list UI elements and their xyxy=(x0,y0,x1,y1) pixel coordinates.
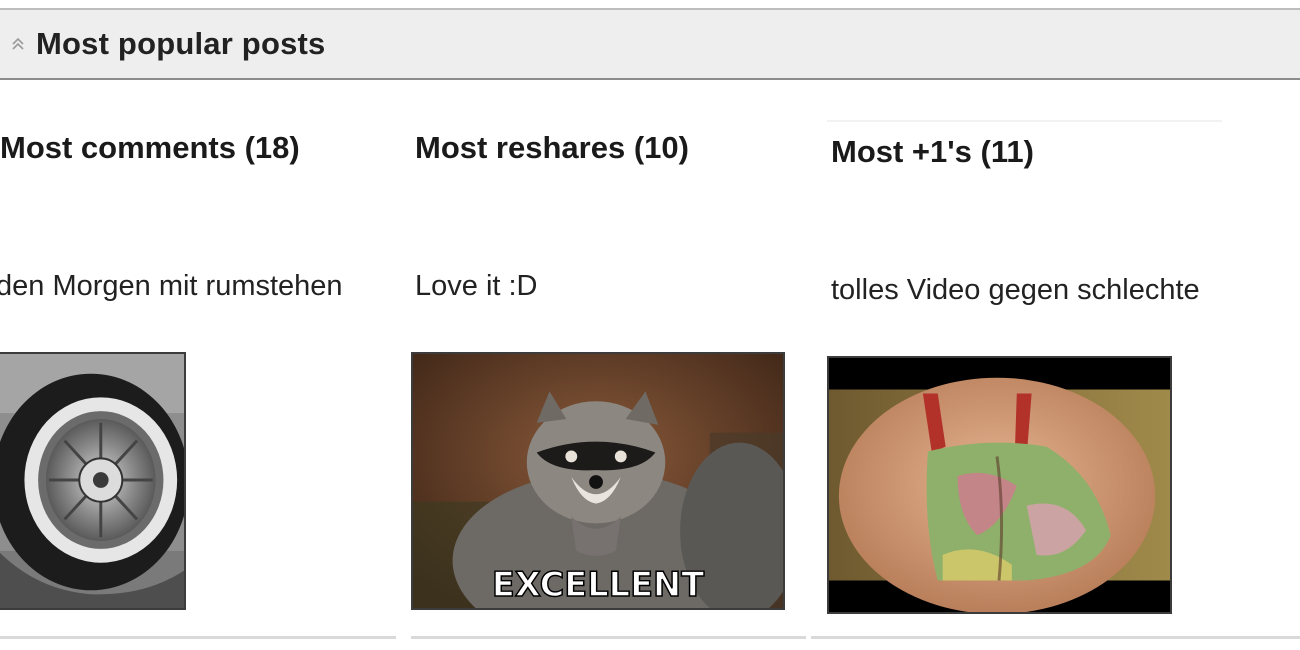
most-comments-column: Most comments (18) den Morgen mit rumste… xyxy=(0,90,396,650)
section-header[interactable]: Most popular posts xyxy=(0,8,1300,80)
popular-posts-panel: Most popular posts Most comments (18) de… xyxy=(0,0,1300,650)
double-chevron-up-icon[interactable] xyxy=(6,32,30,56)
most-plus-ones-column: Most +1's (11) tolles Video gegen schlec… xyxy=(811,90,1300,650)
most-reshares-post-snippet[interactable]: Love it :D xyxy=(415,270,795,303)
video-still-image xyxy=(829,358,1170,612)
most-reshares-post-thumbnail[interactable]: EXCELLENT xyxy=(411,352,785,610)
most-comments-post-snippet[interactable]: den Morgen mit rumstehen xyxy=(0,270,407,303)
most-comments-post-thumbnail[interactable] xyxy=(0,352,186,610)
column-divider xyxy=(411,636,806,639)
column-divider xyxy=(0,636,396,639)
most-comments-title: Most comments (18) xyxy=(0,130,300,165)
column-divider xyxy=(811,636,1300,639)
raccoon-meme-image: EXCELLENT xyxy=(413,354,783,608)
flat-tire-image xyxy=(0,354,184,608)
section-title: Most popular posts xyxy=(36,26,326,61)
meme-caption-text: EXCELLENT xyxy=(492,565,704,604)
most-plus-ones-title: Most +1's (11) xyxy=(831,134,1034,169)
column-top-divider xyxy=(827,120,1222,122)
most-reshares-column: Most reshares (10) Love it :D EXCELLENT xyxy=(411,90,811,650)
most-plus-ones-post-snippet[interactable]: tolles Video gegen schlechte xyxy=(831,274,1225,307)
most-reshares-title: Most reshares (10) xyxy=(415,130,689,165)
most-plus-ones-post-thumbnail[interactable] xyxy=(827,356,1172,614)
